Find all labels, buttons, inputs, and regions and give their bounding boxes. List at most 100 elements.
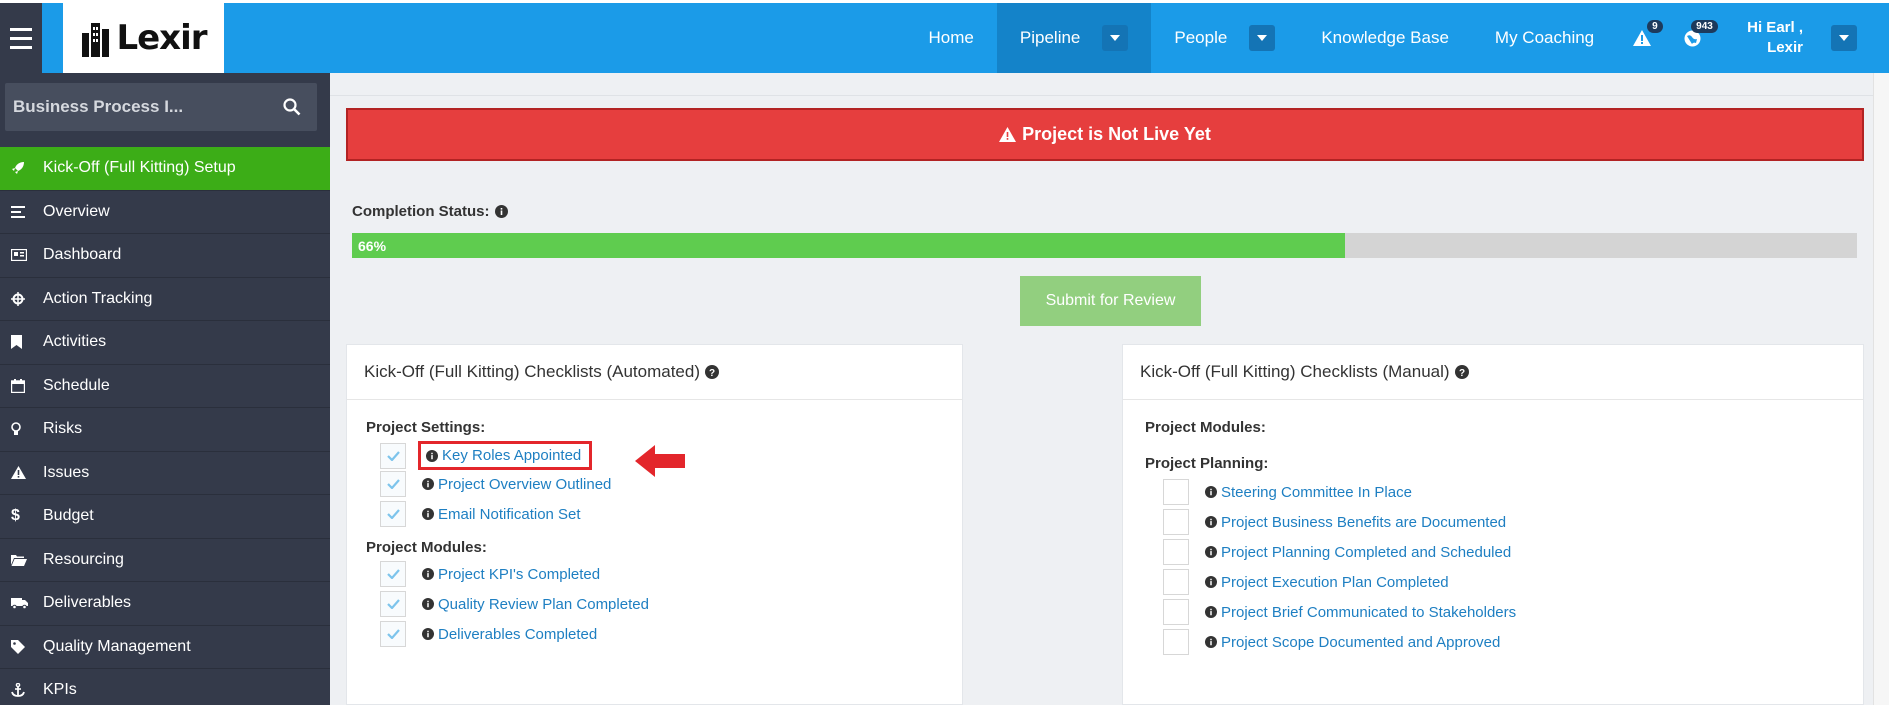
- sidebar-item-label: Budget: [43, 507, 94, 525]
- checklist-label: Project Planning Completed and Scheduled: [1221, 543, 1512, 561]
- logo[interactable]: Lexir: [63, 3, 224, 73]
- tag-icon: [11, 639, 43, 654]
- checkbox[interactable]: [380, 501, 406, 527]
- checklist-item: Project Planning Completed and Scheduled: [1163, 539, 1511, 565]
- check-icon: [386, 599, 400, 609]
- sidebar-item-risks[interactable]: Risks: [0, 408, 330, 452]
- checklist-label: Project Execution Plan Completed: [1221, 573, 1449, 591]
- sidebar-item-label: Resourcing: [43, 550, 124, 568]
- lightbulb-icon: [11, 422, 43, 436]
- nav-home[interactable]: Home: [906, 3, 997, 73]
- user-menu[interactable]: Hi Earl , Lexir: [1717, 3, 1889, 73]
- info-icon[interactable]: [494, 205, 508, 218]
- panel-title: Kick-Off (Full Kitting) Checklists (Manu…: [1140, 362, 1450, 381]
- page-scrollbar[interactable]: [1873, 73, 1889, 705]
- sidebar-item-label: Activities: [43, 333, 107, 351]
- checklist-item: Project Scope Documented and Approved: [1163, 629, 1500, 655]
- checkbox[interactable]: [380, 591, 406, 617]
- checkbox[interactable]: [1163, 539, 1189, 565]
- checkbox[interactable]: [380, 471, 406, 497]
- check-icon: [386, 569, 400, 579]
- nav-pipeline-label: Pipeline: [1019, 28, 1081, 47]
- sidebar-item-issues[interactable]: Issues: [0, 452, 330, 495]
- info-icon: [1205, 636, 1217, 648]
- sidebar-item-resourcing[interactable]: Resourcing: [0, 539, 330, 582]
- sidebar-item-label: KPIs: [43, 681, 77, 699]
- checkbox[interactable]: [1163, 479, 1189, 505]
- search-icon[interactable]: [283, 98, 301, 116]
- checklist-link[interactable]: Project Overview Outlined: [422, 476, 611, 493]
- checkbox[interactable]: [1163, 569, 1189, 595]
- checklist-link[interactable]: Project KPI's Completed: [422, 566, 600, 583]
- info-icon: [426, 449, 438, 462]
- warning-icon: [1633, 30, 1652, 46]
- sidebar-item-activities[interactable]: Activities: [0, 321, 330, 365]
- sidebar-item-kpis[interactable]: KPIs: [0, 669, 330, 705]
- checkbox[interactable]: [380, 561, 406, 587]
- progress-text: 66%: [358, 237, 387, 254]
- info-icon: [422, 478, 434, 490]
- checklist-link[interactable]: Email Notification Set: [422, 506, 581, 523]
- notifications-button[interactable]: 943: [1667, 3, 1718, 73]
- completion-progress-bar: 66%: [352, 233, 1857, 258]
- sidebar-item-dashboard[interactable]: Dashboard: [0, 234, 330, 278]
- automated-checklist-panel: Kick-Off (Full Kitting) Checklists (Auto…: [346, 344, 963, 705]
- sidebar-item-kickoff-setup[interactable]: Kick-Off (Full Kitting) Setup: [0, 147, 330, 191]
- checkbox[interactable]: [1163, 509, 1189, 535]
- checklist-item: Key Roles Appointed: [380, 441, 593, 470]
- checklist-item: Project Business Benefits are Documented: [1163, 509, 1506, 535]
- progress-fill: 66%: [352, 233, 1346, 258]
- divider: [330, 95, 1873, 96]
- menu-toggle-button[interactable]: [0, 3, 42, 73]
- info-icon: [1205, 606, 1217, 618]
- sidebar-item-label: Issues: [43, 463, 90, 481]
- sidebar-menu: Kick-Off (Full Kitting) Setup Overview D…: [0, 147, 330, 705]
- info-icon: [1205, 486, 1217, 498]
- alerts-button[interactable]: 9: [1617, 3, 1667, 73]
- pipeline-dropdown-caret-icon[interactable]: [1102, 25, 1129, 51]
- logo-text: Lexir: [116, 18, 207, 58]
- nav-knowledge-base[interactable]: Knowledge Base: [1298, 3, 1472, 73]
- info-icon: [422, 628, 434, 640]
- crosshair-icon: [11, 291, 43, 306]
- submit-for-review-button[interactable]: Submit for Review: [1020, 276, 1201, 326]
- sidebar-item-schedule[interactable]: Schedule: [0, 365, 330, 408]
- sidebar-item-deliverables[interactable]: Deliverables: [0, 582, 330, 626]
- sidebar-item-quality-management[interactable]: Quality Management: [0, 626, 330, 669]
- checklist-link[interactable]: Project Planning Completed and Scheduled: [1205, 544, 1511, 561]
- help-icon[interactable]: ?: [1454, 365, 1469, 379]
- nav-my-coaching[interactable]: My Coaching: [1472, 3, 1617, 73]
- checklist-label: Key Roles Appointed: [442, 447, 582, 464]
- project-search-input[interactable]: [5, 97, 275, 117]
- checklist-link[interactable]: Project Execution Plan Completed: [1205, 574, 1449, 591]
- checklist-link[interactable]: Quality Review Plan Completed: [422, 596, 649, 613]
- checkbox[interactable]: [1163, 599, 1189, 625]
- checklist-link[interactable]: Project Scope Documented and Approved: [1205, 634, 1500, 651]
- help-icon[interactable]: ?: [705, 365, 719, 379]
- checklist-item: Project Execution Plan Completed: [1163, 569, 1449, 595]
- checkbox[interactable]: [380, 442, 406, 469]
- checkbox[interactable]: [380, 621, 406, 647]
- user-dropdown-caret-icon[interactable]: [1831, 25, 1857, 51]
- sidebar-item-action-tracking[interactable]: Action Tracking: [0, 278, 330, 321]
- main-content: Project is Not Live Yet Completion Statu…: [330, 73, 1889, 705]
- checkbox[interactable]: [1163, 629, 1189, 655]
- checklist-label: Steering Committee In Place: [1221, 483, 1412, 501]
- checklist-link[interactable]: Project Brief Communicated to Stakeholde…: [1205, 604, 1516, 621]
- checklist-link-highlighted[interactable]: Key Roles Appointed: [418, 441, 593, 470]
- alerts-count-badge: 9: [1647, 20, 1663, 33]
- checklist-link[interactable]: Deliverables Completed: [422, 626, 597, 643]
- dashboard-icon: [11, 249, 43, 262]
- nav-pipeline[interactable]: Pipeline: [996, 3, 1152, 73]
- checklist-link[interactable]: Steering Committee In Place: [1205, 484, 1412, 501]
- panel-header: Kick-Off (Full Kitting) Checklists (Auto…: [347, 345, 962, 400]
- checklist-link[interactable]: Project Business Benefits are Documented: [1205, 514, 1506, 531]
- project-search-box: [5, 83, 317, 131]
- nav-people[interactable]: People: [1151, 3, 1298, 73]
- checklist-item: Project Overview Outlined: [380, 471, 611, 497]
- checklist-label: Deliverables Completed: [438, 625, 598, 643]
- people-dropdown-caret-icon[interactable]: [1249, 25, 1276, 51]
- checklist-item: Email Notification Set: [380, 501, 581, 527]
- sidebar-item-budget[interactable]: $ Budget: [0, 495, 330, 539]
- sidebar-item-overview[interactable]: Overview: [0, 191, 330, 234]
